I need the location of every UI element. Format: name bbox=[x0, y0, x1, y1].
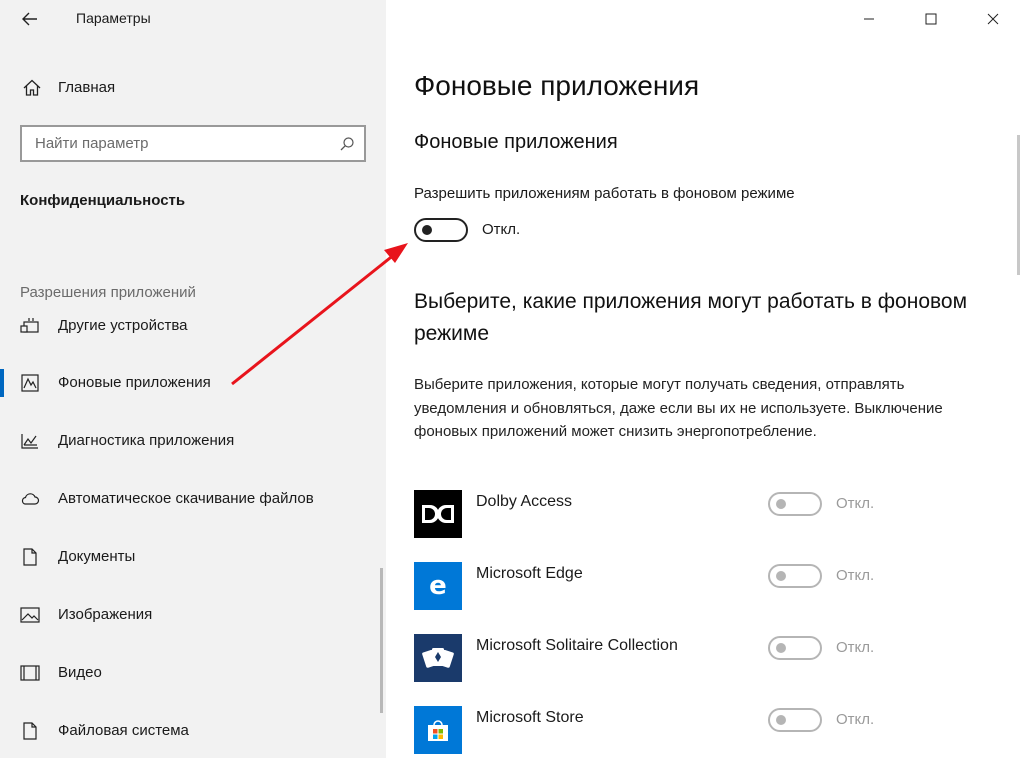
close-icon bbox=[987, 13, 999, 25]
sidebar-item-label: Видео bbox=[58, 664, 102, 681]
sidebar-item-video[interactable]: Видео bbox=[0, 653, 386, 693]
toggle-knob bbox=[776, 571, 786, 581]
sidebar-scrollbar[interactable] bbox=[380, 568, 383, 713]
sidebar-item-label: Диагностика приложения bbox=[58, 432, 235, 449]
close-button[interactable] bbox=[962, 0, 1024, 38]
sidebar-item-label: Файловая система bbox=[58, 722, 189, 739]
allow-background-toggle[interactable] bbox=[414, 218, 468, 242]
maximize-icon bbox=[925, 13, 937, 25]
video-icon bbox=[20, 665, 40, 681]
sidebar-item-label: Документы bbox=[58, 548, 136, 565]
main-content: Фоновые приложения Фоновые приложения Ра… bbox=[386, 0, 1024, 758]
choose-apps-heading: Выберите, какие приложения могут работат… bbox=[414, 290, 968, 345]
app-toggle[interactable] bbox=[768, 492, 822, 516]
toggle-knob bbox=[422, 225, 432, 235]
page-title: Фоновые приложения bbox=[414, 70, 700, 101]
choose-apps-description: Выберите приложения, которые могут получ… bbox=[414, 376, 943, 440]
section-title: Конфиденциальность bbox=[20, 192, 186, 209]
document-icon bbox=[23, 548, 37, 566]
app-toggle[interactable] bbox=[768, 636, 822, 660]
sidebar-item-label: Автоматическое скачивание файлов bbox=[58, 490, 314, 507]
diagnostics-icon bbox=[21, 434, 38, 449]
app-toggle[interactable] bbox=[768, 564, 822, 588]
allow-background-state: Откл. bbox=[482, 221, 521, 238]
sidebar-item-other-devices[interactable]: Другие устройства bbox=[0, 306, 386, 346]
group-title: Разрешения приложений bbox=[20, 284, 196, 301]
sidebar-item-file-system[interactable]: Файловая система bbox=[0, 711, 386, 751]
app-row-microsoft-solitaire: Microsoft Solitaire Collection Откл. bbox=[414, 634, 1004, 682]
toggle-knob bbox=[776, 643, 786, 653]
back-arrow-icon bbox=[22, 12, 37, 26]
solitaire-icon bbox=[414, 634, 462, 682]
toggle-knob bbox=[776, 715, 786, 725]
app-name: Microsoft Edge bbox=[476, 565, 583, 582]
active-indicator bbox=[0, 369, 4, 397]
app-row-microsoft-edge: e Microsoft Edge Откл. bbox=[414, 562, 1004, 610]
nav-home-label: Главная bbox=[58, 79, 116, 96]
background-apps-icon bbox=[21, 374, 39, 392]
app-row-dolby-access: Dolby Access Откл. bbox=[414, 490, 1004, 538]
image-icon bbox=[20, 607, 40, 623]
sidebar-item-label: Другие устройства bbox=[58, 317, 188, 334]
sidebar-item-images[interactable]: Изображения bbox=[0, 595, 386, 635]
file-icon bbox=[23, 722, 37, 740]
app-name: Microsoft Store bbox=[476, 709, 584, 726]
home-icon bbox=[23, 79, 41, 96]
sidebar-item-auto-download[interactable]: Автоматическое скачивание файлов bbox=[0, 479, 386, 519]
titlebar-left: Параметры bbox=[0, 0, 386, 38]
dolby-icon bbox=[414, 490, 462, 538]
maximize-button[interactable] bbox=[900, 0, 962, 38]
minimize-button[interactable] bbox=[838, 0, 900, 38]
sidebar-item-label: Фоновые приложения bbox=[58, 374, 211, 391]
app-toggle-state: Откл. bbox=[836, 711, 875, 728]
app-name: Dolby Access bbox=[476, 493, 573, 510]
window-controls bbox=[838, 0, 1024, 38]
search-icon bbox=[340, 137, 354, 151]
app-toggle-state: Откл. bbox=[836, 639, 875, 656]
sidebar-item-label: Изображения bbox=[58, 606, 153, 623]
sidebar-item-background-apps[interactable]: Фоновые приложения bbox=[0, 363, 386, 403]
toggle-knob bbox=[776, 499, 786, 509]
main-scrollbar[interactable] bbox=[1017, 135, 1020, 275]
section-heading: Фоновые приложения bbox=[414, 131, 618, 153]
minimize-icon bbox=[864, 18, 874, 20]
sidebar: Параметры Главная Найти параметр Конфиде… bbox=[0, 0, 386, 758]
search-input[interactable]: Найти параметр bbox=[20, 125, 366, 162]
devices-icon bbox=[20, 318, 39, 333]
app-name: Microsoft Solitaire Collection bbox=[476, 637, 678, 654]
app-toggle[interactable] bbox=[768, 708, 822, 732]
allow-background-label: Разрешить приложениям работать в фоновом… bbox=[414, 185, 795, 202]
nav-home[interactable]: Главная bbox=[0, 70, 386, 106]
back-button[interactable] bbox=[14, 6, 46, 32]
app-row-microsoft-store: Microsoft Store Откл. bbox=[414, 706, 1004, 754]
app-toggle-state: Откл. bbox=[836, 567, 875, 584]
app-title: Параметры bbox=[76, 10, 151, 26]
cloud-icon bbox=[21, 493, 40, 505]
search-placeholder: Найти параметр bbox=[35, 135, 149, 152]
store-icon bbox=[414, 706, 462, 754]
sidebar-item-app-diagnostics[interactable]: Диагностика приложения bbox=[0, 421, 386, 461]
sidebar-item-documents[interactable]: Документы bbox=[0, 537, 386, 577]
edge-icon: e bbox=[414, 562, 462, 610]
app-toggle-state: Откл. bbox=[836, 495, 875, 512]
